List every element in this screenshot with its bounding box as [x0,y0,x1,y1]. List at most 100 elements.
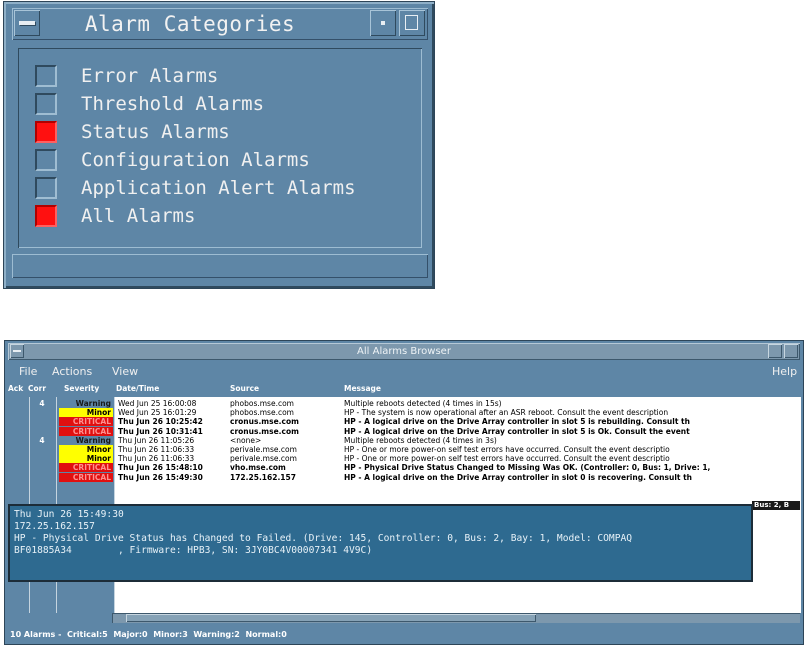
table-row[interactable]: CRITICAL Thu Jun 26 15:48:10 vho.mse.com HP… [8,463,801,473]
title-bar[interactable]: All Alarms Browser [8,343,800,360]
horizontal-scrollbar[interactable] [112,613,800,623]
severity-badge: Minor [59,445,113,454]
source-cell: phobos.mse.com [230,408,294,418]
severity-badge: CRITICAL [59,426,113,436]
category-all-alarms[interactable]: All Alarms [35,203,195,229]
category-checkbox[interactable] [35,205,57,227]
message-cell: HP - Physical Drive Status Changed to Mi… [344,463,711,473]
message-cell: Multiple reboots detected (4 times in 3s… [344,435,497,445]
datetime-cell: Thu Jun 26 11:05:26 [118,435,195,445]
datetime-cell: Thu Jun 26 10:31:41 [118,426,203,436]
message-cell: HP - One or more power-on self test erro… [344,445,670,454]
corr-cell: 4 [39,435,45,445]
source-cell: perivale.mse.com [230,454,297,464]
menu-help[interactable]: Help [772,363,797,381]
category-label: Status Alarms [81,121,230,143]
table-row[interactable]: CRITICAL Thu Jun 26 10:31:41 cronus.mse.co… [8,426,801,436]
table-row[interactable]: CRITICAL Thu Jun 26 15:49:30 172.25.162.15… [8,472,801,482]
datetime-cell: Thu Jun 26 15:48:10 [118,463,203,473]
message-cell: Multiple reboots detected (4 times in 15… [344,399,502,408]
table-row[interactable]: Minor Thu Jun 26 11:06:33 perivale.mse.com… [8,454,801,464]
table-row[interactable]: 4 Warning Thu Jun 26 11:05:26 <none> Multipl… [8,436,801,445]
message-cell: HP - A logical drive on the Drive Array … [344,417,690,427]
category-status-alarms[interactable]: Status Alarms [35,119,230,145]
maximize-icon [405,15,418,30]
source-cell: <none> [230,435,262,445]
tooltip-message-continued: BF01885A34 , Firmware: HPB3, SN: 3JY0BC4… [14,545,373,556]
datetime-cell: Wed Jun 25 16:00:08 [118,399,197,408]
category-label: Application Alert Alarms [81,177,356,199]
severity-badge: CRITICAL [59,417,113,427]
category-error-alarms[interactable]: Error Alarms [35,63,218,89]
category-checkbox[interactable] [35,177,57,199]
column-message[interactable]: Message [344,384,381,393]
category-label: Error Alarms [81,65,219,87]
severity-badge: CRITICAL [59,463,113,473]
datetime-cell: Thu Jun 26 11:06:33 [118,445,195,454]
corr-cell: 4 [39,399,45,408]
source-cell: perivale.mse.com [230,445,297,454]
category-checkbox[interactable] [35,149,57,171]
source-cell: 172.25.162.157 [230,472,296,482]
menu-actions[interactable]: Actions [52,363,92,381]
severity-badge: Warning [75,435,111,445]
message-cell: HP - One or more power-on self test erro… [344,454,670,464]
title-bar[interactable]: Alarm Categories [12,8,428,40]
message-cell: HP - A logical drive on the Drive Array … [344,472,693,482]
alarm-detail-tooltip: Thu Jun 26 15:49:30 172.25.162.157 HP - … [8,504,753,582]
column-ack[interactable]: Ack [8,384,23,393]
category-configuration-alarms[interactable]: Configuration Alarms [35,147,310,173]
datetime-cell: Thu Jun 26 11:06:33 [118,454,195,464]
category-label: Threshold Alarms [81,93,265,115]
severity-badge: Minor [59,408,113,418]
all-alarms-browser-window: All Alarms Browser File Actions View Hel… [4,340,804,645]
minimize-button[interactable] [370,10,396,36]
category-label: Configuration Alarms [81,149,310,171]
maximize-button[interactable] [399,10,425,36]
window-title: All Alarms Browser [357,346,451,357]
column-corr[interactable]: Corr [28,384,46,393]
menu-bar: File Actions View Help [8,363,800,381]
source-cell: phobos.mse.com [230,399,294,408]
column-severity[interactable]: Severity [64,384,99,393]
datetime-cell: Wed Jun 25 16:01:29 [118,408,197,418]
datetime-cell: Thu Jun 26 10:25:42 [118,417,203,427]
window-title: Alarm Categories [84,12,296,36]
table-row[interactable]: 4 Warning Wed Jun 25 16:00:08 phobos.mse.co… [8,399,801,408]
truncated-row-text: Bus: 2, B [752,501,800,510]
category-list: Error Alarms Threshold Alarms Status Ala… [18,48,422,248]
severity-badge: Warning [75,399,111,408]
category-checkbox[interactable] [35,93,57,115]
severity-badge: Minor [59,454,113,464]
tooltip-source: 172.25.162.157 [14,521,95,532]
table-row[interactable]: Minor Wed Jun 25 16:01:29 phobos.mse.com HP… [8,408,801,418]
severity-badge: CRITICAL [59,472,113,482]
minimize-icon [381,21,385,25]
column-datetime[interactable]: Date/Time [116,384,159,393]
menu-file[interactable]: File [19,363,37,381]
table-header: Ack Corr Severity Date/Time Source Messa… [8,382,800,396]
category-checkbox[interactable] [35,121,57,143]
source-cell: cronus.mse.com [230,417,299,427]
tooltip-datetime: Thu Jun 26 15:49:30 [14,509,124,520]
minimize-button[interactable] [768,344,782,358]
window-footer [12,254,428,278]
column-source[interactable]: Source [230,384,259,393]
tooltip-message: HP - Physical Drive Status has Changed t… [14,533,633,544]
alarm-categories-window: Alarm Categories Error Alarms Threshold … [3,1,435,289]
table-row[interactable]: CRITICAL Thu Jun 26 10:25:42 cronus.mse.co… [8,417,801,427]
category-threshold-alarms[interactable]: Threshold Alarms [35,91,264,117]
source-cell: cronus.mse.com [230,426,299,436]
menu-view[interactable]: View [112,363,138,381]
scrollbar-thumb[interactable] [126,614,536,622]
category-application-alert-alarms[interactable]: Application Alert Alarms [35,175,356,201]
table-row[interactable]: Minor Thu Jun 26 11:06:33 perivale.mse.com… [8,445,801,454]
message-cell: HP - The system is now operational after… [344,408,669,418]
status-bar: 10 Alarms - Critical:5 Major:0 Minor:3 W… [10,630,287,639]
source-cell: vho.mse.com [230,463,286,473]
category-checkbox[interactable] [35,65,57,87]
maximize-button[interactable] [784,344,798,358]
message-cell: HP - A logical drive on the Drive Array … [344,426,690,436]
category-label: All Alarms [81,205,196,227]
datetime-cell: Thu Jun 26 15:49:30 [118,472,203,482]
